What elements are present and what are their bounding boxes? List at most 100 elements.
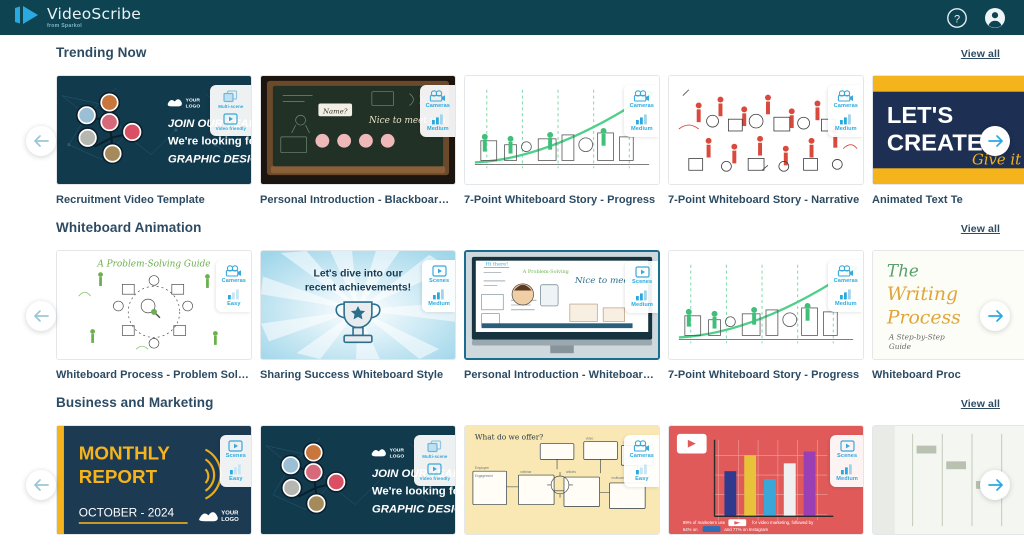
template-card[interactable]: 89% of marketers use for video marketing…	[668, 425, 864, 544]
template-card[interactable]: Let's dive into our recent achievements!	[260, 250, 456, 381]
template-thumbnail[interactable]: What do we offer? Employee Engagement we…	[464, 425, 660, 535]
template-thumbnail[interactable]: YOUR LOGO JOIN OUR TEAM We're looking fo…	[260, 425, 456, 535]
badge-label: Scenes	[429, 278, 450, 284]
view-all-link[interactable]: View all	[961, 48, 1000, 60]
badge-difficulty: Easy	[229, 463, 243, 482]
camera-icon	[838, 265, 854, 277]
thumbnail-badges: Multi-scene Video friendly	[209, 85, 251, 136]
badge-video-friendly: Video friendly	[216, 113, 246, 131]
arrow-right-icon	[987, 309, 1003, 322]
template-card[interactable]: Cameras Medium 7-Point Whiteboard Story …	[668, 250, 864, 381]
bars-icon	[841, 464, 852, 475]
carousel-prev-button[interactable]	[26, 469, 56, 500]
scenes-icon	[635, 266, 650, 278]
badge-label: Medium	[631, 302, 653, 308]
svg-text:YOUR: YOUR	[221, 510, 239, 516]
help-circle-icon[interactable]: ?	[946, 7, 968, 29]
template-thumbnail[interactable]: A Problem-Solving Guide Cameras Easy	[56, 250, 252, 360]
template-thumbnail[interactable]: YOUR LOGO JOIN OUR TEAM We're looking fo…	[56, 75, 252, 185]
svg-text:CREATE: CREATE	[887, 131, 983, 157]
svg-text:?: ?	[954, 13, 960, 25]
svg-text:GRAPHIC DESIGNER: GRAPHIC DESIGNER	[372, 503, 455, 515]
badge-scenes: Scenes	[837, 440, 857, 459]
badge-scenes: Scenes	[429, 265, 449, 284]
badge-label: Easy	[227, 301, 241, 307]
template-card-title: Personal Introduction - Blackboard S...	[260, 194, 456, 206]
template-card[interactable]: YOUR LOGO JOIN OUR TEAM We're looking fo…	[56, 75, 252, 206]
section-business-and-marketing: Business and Marketing View all MONTHLY …	[0, 381, 1024, 544]
thumbnail-badges: Scenes Medium	[830, 435, 863, 487]
svg-text:recent achievements!: recent achievements!	[305, 282, 411, 293]
template-thumbnail[interactable]: MONTHLY REPORT OCTOBER - 2024 YOUR LOGO	[56, 425, 252, 535]
section-title: Whiteboard Animation	[56, 220, 202, 235]
template-thumbnail[interactable]: Cameras Medium	[668, 75, 864, 185]
template-gallery: Trending Now View all YOUR LOGO JOIN We'…	[0, 35, 1024, 552]
carousel-next-button[interactable]	[980, 125, 1010, 156]
svg-text:for video marketing, followed: for video marketing, followed by	[752, 520, 814, 525]
template-card[interactable]: YOUR LOGO JOIN OUR TEAM We're looking fo…	[260, 425, 456, 544]
arrow-left-icon	[33, 134, 49, 147]
template-card[interactable]: MONTHLY REPORT OCTOBER - 2024 YOUR LOGO	[56, 425, 252, 544]
svg-text:Writing: Writing	[887, 284, 958, 305]
template-card[interactable]: Cameras Medium 7-Point Whiteboard Story …	[668, 75, 864, 206]
svg-text:We're looking for: We're looking for	[372, 486, 455, 498]
svg-text:Name?: Name?	[322, 107, 348, 115]
account-circle-icon[interactable]	[984, 7, 1006, 29]
carousel-prev-button[interactable]	[26, 300, 56, 331]
thumbnail-badges: Scenes Easy	[219, 435, 251, 487]
svg-text:LET'S: LET'S	[887, 103, 953, 129]
scenes-icon	[228, 440, 243, 452]
template-thumbnail[interactable]: Let's dive into our recent achievements!	[260, 250, 456, 360]
bars-icon	[635, 114, 647, 125]
bars-icon	[433, 289, 444, 300]
template-card-title: Sharing Success Whiteboard Style	[260, 369, 444, 381]
badge-cameras: Cameras	[426, 90, 450, 109]
template-thumbnail[interactable]: 89% of marketers use for video marketing…	[668, 425, 864, 535]
thumbnail-badges: Cameras Medium	[827, 85, 863, 137]
badge-label: Scenes	[632, 279, 653, 285]
carousel-next-button[interactable]	[980, 469, 1010, 500]
svg-text:multiuser: multiuser	[611, 476, 624, 480]
svg-text:Employee: Employee	[475, 466, 489, 470]
section-title: Business and Marketing	[56, 395, 214, 410]
bars-icon	[636, 290, 647, 301]
template-card[interactable]: Name? Nice to meet you Cameras Medium Pe…	[260, 75, 456, 206]
thumbnail-badges: Scenes Medium	[422, 260, 455, 312]
svg-text:MONTHLY: MONTHLY	[79, 442, 171, 463]
badge-label: Cameras	[425, 103, 450, 109]
app-header: VideoScribe from Sparkol ?	[0, 0, 1024, 35]
carousel-business-and-marketing: MONTHLY REPORT OCTOBER - 2024 YOUR LOGO	[0, 425, 1024, 544]
svg-text:LOGO: LOGO	[186, 103, 201, 109]
template-card-title: Recruitment Video Template	[56, 194, 205, 206]
badge-label: Medium	[428, 301, 450, 307]
arrow-right-icon	[987, 478, 1003, 491]
template-card-selected[interactable]: Hi there! A Problem-Solving Nice to meet…	[464, 250, 660, 381]
carousel-next-button[interactable]	[980, 300, 1010, 331]
badge-multi-scene: Multi-scene	[422, 440, 447, 459]
badge-cameras: Cameras	[222, 265, 246, 284]
template-card[interactable]: What do we offer? Employee Engagement we…	[464, 425, 660, 544]
template-card[interactable]: A Problem-Solving Guide Cameras Easy Whi…	[56, 250, 252, 381]
template-thumbnail[interactable]: Cameras Medium	[668, 250, 864, 360]
badge-multi-scene: Multi-scene	[218, 90, 243, 109]
svg-text:The: The	[887, 261, 919, 281]
template-thumbnail[interactable]: Hi there! A Problem-Solving Nice to meet…	[464, 250, 660, 360]
app-logo[interactable]: VideoScribe from Sparkol	[14, 5, 141, 30]
carousel-prev-button[interactable]	[26, 125, 56, 156]
badge-label: Video friendly	[215, 126, 246, 131]
template-thumbnail[interactable]: Cameras Medium	[464, 75, 660, 185]
svg-text:A Problem-Solving: A Problem-Solving	[522, 269, 569, 275]
badge-label: Easy	[229, 476, 243, 482]
bars-icon	[635, 464, 647, 475]
view-all-link[interactable]: View all	[961, 398, 1000, 410]
badge-label: Medium	[834, 126, 857, 132]
badge-label: Medium	[630, 126, 653, 132]
svg-text:REPORT: REPORT	[79, 466, 158, 487]
badge-difficulty: Medium	[428, 288, 450, 307]
template-thumbnail[interactable]: Name? Nice to meet you Cameras Medium	[260, 75, 456, 185]
badge-difficulty: Medium	[631, 113, 653, 132]
template-card[interactable]: Cameras Medium 7-Point Whiteboard Story …	[464, 75, 660, 206]
view-all-link[interactable]: View all	[961, 223, 1000, 235]
carousel-whiteboard-animation: A Problem-Solving Guide Cameras Easy Whi…	[0, 250, 1024, 381]
badge-cameras: Cameras	[834, 265, 858, 284]
